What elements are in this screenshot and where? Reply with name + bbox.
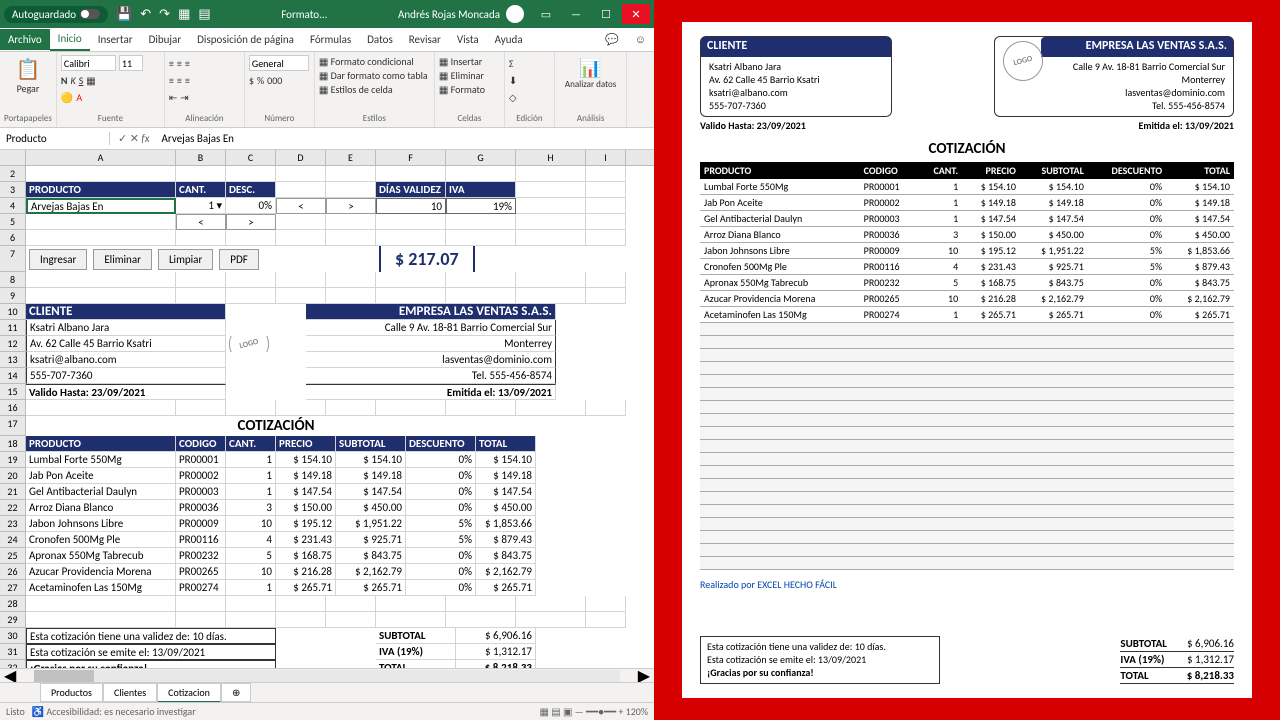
save-icon[interactable]: 💾 (116, 7, 132, 22)
titlebar: Autoguardado 💾 ↶ ↷ ▦ ▤ Formato... Andrés… (0, 0, 654, 28)
fx-icon[interactable]: ✓ ✕ fx (110, 132, 158, 145)
redo-icon[interactable]: ↷ (159, 7, 170, 22)
delete-button[interactable]: ▦ Eliminar (439, 69, 500, 82)
user-account[interactable]: Andrés Rojas Moncada (398, 5, 524, 23)
tab-ayuda[interactable]: Ayuda (487, 29, 531, 50)
pdf-items-table: PRODUCTOCODIGOCANT.PRECIOSUBTOTALDESCUEN… (700, 162, 1234, 570)
indent-icon[interactable]: ⇥ (180, 91, 188, 104)
tab-formulas[interactable]: Fórmulas (302, 29, 359, 50)
table-format-button[interactable]: ▦ Dar formato como tabla (319, 69, 430, 82)
minimize-icon[interactable]: — (562, 4, 590, 24)
new-sheet-button[interactable]: ⊕ (221, 683, 251, 702)
font-color-icon[interactable]: A (76, 91, 82, 104)
sheet-tab-cotizacion[interactable]: Cotizacion (157, 683, 221, 703)
pdf-preview: CLIENTE Ksatri Albano JaraAv. 62 Calle 4… (654, 0, 1280, 720)
formula-bar: Producto ✓ ✕ fx Arvejas Bajas En (0, 128, 654, 150)
percent-icon[interactable]: % (257, 74, 264, 87)
ribbon-options-icon[interactable]: ▭ (532, 4, 560, 24)
share-icon[interactable]: ☺ (627, 29, 654, 50)
pdf-notes: Esta cotización tiene una validez de: 10… (700, 636, 940, 684)
font-size[interactable] (119, 55, 143, 71)
analyze-button[interactable]: 📊Analizar datos (559, 55, 622, 92)
align-icon[interactable]: ≡ (185, 57, 190, 70)
tab-dibujar[interactable]: Dibujar (141, 29, 190, 50)
spreadsheet-grid[interactable]: ABCDEFGHI 23PRODUCTOCANT.DESC.DÍAS VALID… (0, 150, 654, 668)
quick-access-toolbar[interactable]: 💾 ↶ ↷ ▦ ▤ (116, 7, 211, 22)
menu-tabs: Archivo Inicio Insertar Dibujar Disposic… (0, 28, 654, 52)
qat-icon[interactable]: ▦ (178, 7, 190, 22)
close-icon[interactable]: ✕ (622, 4, 650, 24)
qat-icon[interactable]: ▤ (198, 7, 210, 22)
formula-input[interactable]: Arvejas Bajas En (158, 132, 654, 145)
clear-icon[interactable]: ◇ (509, 91, 517, 104)
underline-icon[interactable]: S (79, 74, 84, 87)
align-icon[interactable]: ≡ (169, 57, 174, 70)
pdf-credit-link[interactable]: Realizado por EXCEL HECHO FÁCIL (700, 578, 1234, 591)
number-format[interactable] (249, 55, 309, 71)
pdf-empresa-box: LOGO EMPRESA LAS VENTAS S.A.S. Calle 9 A… (994, 36, 1234, 117)
currency-icon[interactable]: $ (249, 74, 254, 87)
sheet-tab-clientes[interactable]: Clientes (103, 683, 157, 702)
avatar (506, 5, 524, 23)
indent-icon[interactable]: ⇤ (169, 91, 177, 104)
cond-format-button[interactable]: ▦ Formato condicional (319, 55, 430, 68)
tab-inicio[interactable]: Inicio (50, 28, 90, 51)
pdf-cliente-box: CLIENTE Ksatri Albano JaraAv. 62 Calle 4… (700, 36, 892, 117)
ribbon: 📋PegarPortapapeles N K S ▦🟡AFuente ≡≡≡≡≡… (0, 52, 654, 128)
tab-disposicion[interactable]: Disposición de página (189, 29, 302, 50)
paste-button[interactable]: 📋Pegar (4, 55, 52, 97)
accessibility-icon[interactable]: ♿ (32, 705, 44, 718)
font-select[interactable] (61, 55, 116, 71)
action-button[interactable]: Limpiar (158, 249, 213, 270)
format-button[interactable]: ▦ Formato (439, 83, 500, 96)
doc-title: Formato... (211, 8, 398, 21)
maximize-icon[interactable]: ☐ (592, 4, 620, 24)
tab-vista[interactable]: Vista (449, 29, 487, 50)
align-icon[interactable]: ≡ (177, 57, 182, 70)
border-icon[interactable]: ▦ (86, 74, 95, 87)
action-button[interactable]: Eliminar (93, 249, 152, 270)
align-icon[interactable]: ≡ (185, 74, 190, 87)
comments-icon[interactable]: 💬 (597, 29, 627, 50)
insert-button[interactable]: ▦ Insertar (439, 55, 500, 68)
sheet-tab-productos[interactable]: Productos (40, 683, 103, 702)
pdf-totals: SUBTOTAL$ 6,906.16 IVA (19%)$ 1,312.17 T… (1120, 636, 1234, 684)
align-icon[interactable]: ≡ (177, 74, 182, 87)
sheet-tabs: Productos Clientes Cotizacion ⊕ (0, 682, 654, 702)
fill-icon[interactable]: ⬇ (509, 74, 517, 87)
name-box[interactable]: Producto (0, 132, 110, 145)
align-icon[interactable]: ≡ (169, 74, 174, 87)
tab-revisar[interactable]: Revisar (401, 29, 449, 50)
sum-icon[interactable]: Σ (509, 57, 514, 70)
cell-styles-button[interactable]: ▦ Estilos de celda (319, 83, 430, 96)
autosave-toggle[interactable]: Autoguardado (4, 6, 108, 23)
tab-datos[interactable]: Datos (359, 29, 401, 50)
view-icon[interactable]: ▦ ▤ ▣ (540, 705, 573, 718)
bold-icon[interactable]: N (61, 74, 68, 87)
status-bar: Listo ♿ Accesibilidad: es necesario inve… (0, 702, 654, 720)
undo-icon[interactable]: ↶ (140, 7, 151, 22)
tab-insertar[interactable]: Insertar (90, 29, 141, 50)
tab-archivo[interactable]: Archivo (0, 29, 50, 50)
italic-icon[interactable]: K (70, 74, 75, 87)
fill-color-icon[interactable]: 🟡 (61, 91, 73, 104)
horizontal-scrollbar[interactable]: ◀▶ (0, 668, 654, 682)
action-button[interactable]: Ingresar (29, 249, 87, 270)
excel-window: Autoguardado 💾 ↶ ↷ ▦ ▤ Formato... Andrés… (0, 0, 654, 720)
pdf-title: COTIZACIÓN (700, 140, 1234, 158)
action-button[interactable]: PDF (219, 249, 259, 270)
